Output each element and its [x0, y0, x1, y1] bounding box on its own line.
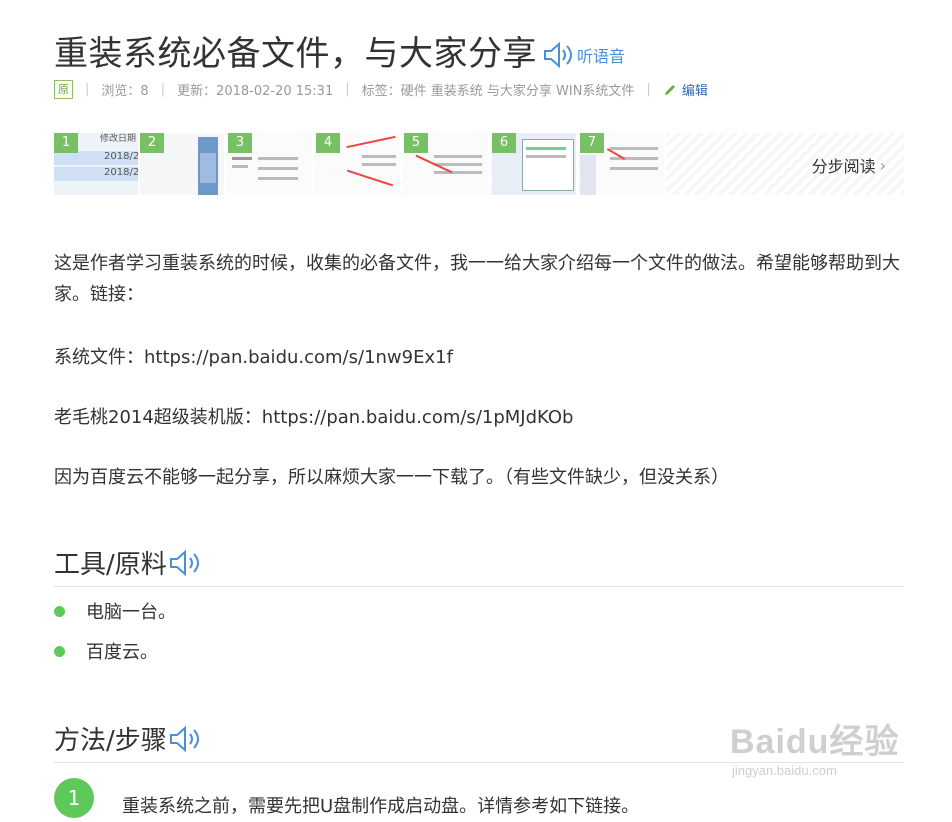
- watermark-url: jingyan.baidu.com: [732, 763, 837, 778]
- watermark-brand: Baidu经验: [730, 723, 900, 761]
- tags[interactable]: 标签：硬件 重装系统 与大家分享 WIN系统文件: [362, 80, 635, 99]
- step-1-text: 重装系统之前，需要先把U盘制作成启动盘。详情参考如下链接。: [122, 796, 640, 817]
- bullet-dot: [54, 605, 65, 617]
- speaker-icon[interactable]: [169, 725, 205, 753]
- update-time: 更新：2018-02-20 15:31: [177, 84, 334, 99]
- method-heading-text: 方法/步骤: [54, 726, 167, 756]
- step-number: 1: [54, 133, 78, 153]
- tools-heading-text: 工具/原料: [54, 550, 167, 580]
- step-number: 4: [316, 133, 340, 153]
- step-thumbnail-6[interactable]: 6: [492, 133, 578, 195]
- meta-divider: |: [646, 82, 651, 97]
- thumb-text: 修改日期: [100, 134, 137, 144]
- step-number: 5: [404, 133, 428, 153]
- step-read-label: 分步阅读: [811, 157, 876, 176]
- download-note: 因为百度云不能够一起分享，所以麻烦大家一一下载了。（有些文件缺少，但没关系）: [54, 467, 729, 488]
- baidu-jingyan-watermark: Baidu经验 jingyan.baidu.com: [730, 714, 899, 778]
- system-files-link[interactable]: 系统文件：https://pan.baidu.com/s/1nw9Ex1f: [54, 342, 906, 373]
- pencil-icon: [664, 84, 675, 95]
- speaker-icon: [544, 41, 572, 68]
- meta-divider: |: [160, 82, 166, 97]
- list-item-text: 百度云。: [86, 642, 158, 663]
- listen-label: 听语音: [577, 46, 626, 66]
- step-thumbnail-5[interactable]: 5: [404, 133, 490, 195]
- step-read-button[interactable]: 分步阅读 ›: [812, 153, 886, 177]
- step-thumbnail-7[interactable]: 7: [580, 133, 666, 195]
- list-item: 百度云。: [54, 638, 158, 664]
- section-divider: [54, 586, 904, 587]
- step-thumbnail-2[interactable]: 2: [140, 133, 226, 195]
- original-badge: 原: [54, 80, 73, 99]
- intro-paragraph: 这是作者学习重装系统的时候，收集的必备文件，我一一给大家介绍每一个文件的做法。希…: [54, 253, 900, 305]
- chevron-right-icon: ›: [879, 155, 886, 175]
- meta-divider: |: [345, 82, 350, 97]
- bullet-dot: [54, 645, 65, 657]
- speaker-icon[interactable]: [169, 549, 205, 577]
- thumb-text: 2018/2/1: [104, 167, 140, 178]
- step-thumbnail-4[interactable]: 4: [316, 133, 402, 195]
- step-number: 6: [492, 133, 516, 153]
- step-thumbnail-3[interactable]: 3: [228, 133, 314, 195]
- thumb-text: 2018/2/1: [104, 151, 140, 162]
- method-heading: 方法/步骤: [54, 720, 205, 757]
- step-number: 3: [228, 133, 252, 153]
- laomaotao-link[interactable]: 老毛桃2014超级装机版：https://pan.baidu.com/s/1pM…: [54, 402, 906, 433]
- step-number-badge: 1: [54, 778, 94, 818]
- article-title: 重装系统必备文件，与大家分享: [54, 34, 537, 74]
- step-number: 2: [140, 133, 164, 153]
- view-count: 浏览：8: [101, 84, 149, 99]
- list-item: 电脑一台。: [54, 598, 176, 624]
- edit-label: 编辑: [681, 84, 708, 99]
- listen-button[interactable]: 听语音: [543, 41, 626, 68]
- tools-heading: 工具/原料: [54, 544, 205, 581]
- meta-row: 原 | 浏览：8 | 更新：2018-02-20 15:31 | 标签：硬件 重…: [54, 80, 708, 99]
- step-thumbnail-1[interactable]: 修改日期 2018/2/1 2018/2/1 1: [54, 133, 140, 195]
- step-thumbnail-strip: 修改日期 2018/2/1 2018/2/1 1 2 3: [54, 133, 904, 195]
- step-number: 7: [580, 133, 604, 153]
- title-row: 重装系统必备文件，与大家分享 听语音: [54, 26, 625, 75]
- list-item-text: 电脑一台。: [86, 602, 176, 623]
- edit-link[interactable]: 编辑: [663, 80, 708, 99]
- meta-divider: |: [85, 82, 90, 97]
